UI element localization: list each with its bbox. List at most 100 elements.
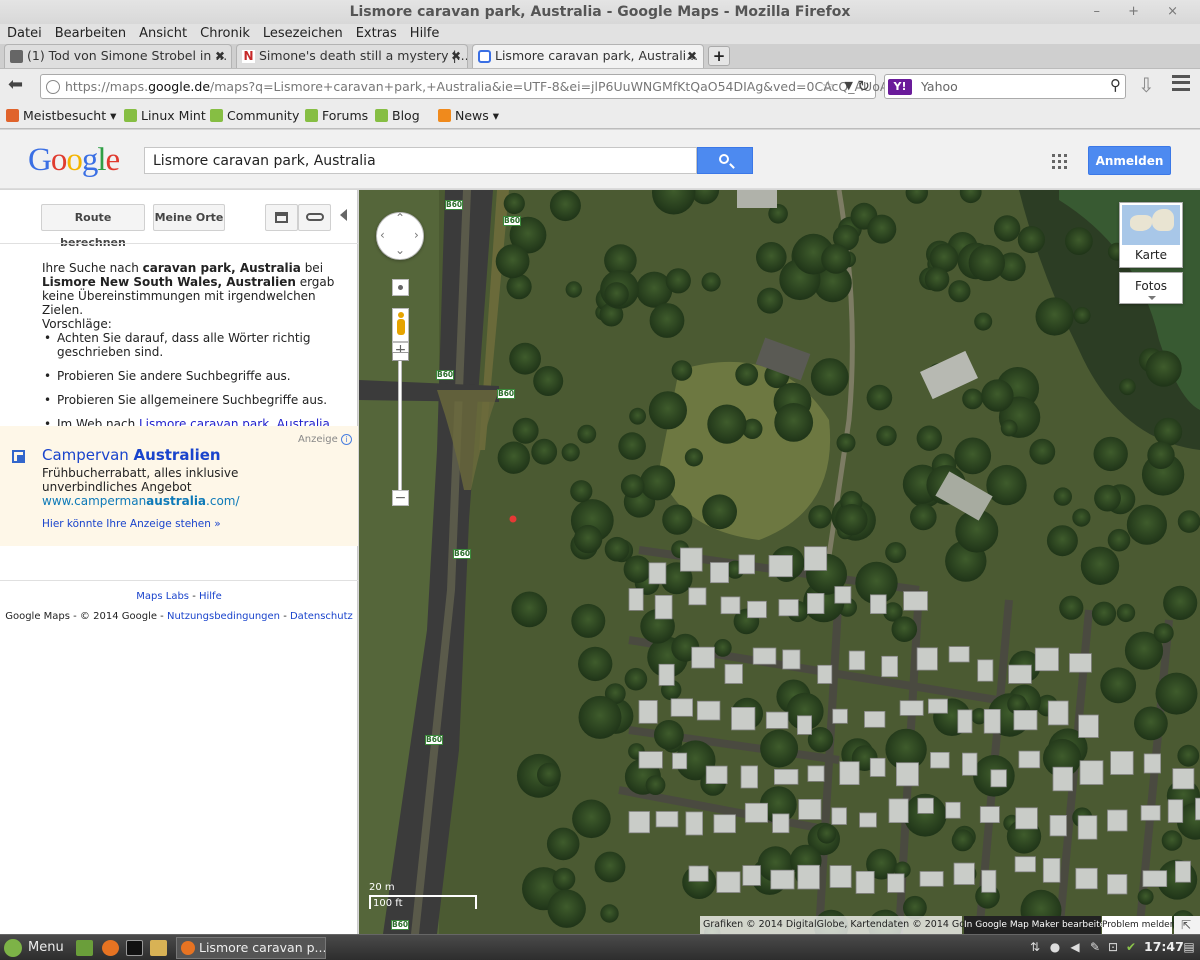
ad-link-icon[interactable] xyxy=(12,450,25,463)
pan-up-icon[interactable]: ⌃ xyxy=(395,211,405,225)
photos-button[interactable]: Fotos xyxy=(1119,272,1183,304)
menu-datei[interactable]: Datei xyxy=(0,24,48,41)
ad-label[interactable]: Anzeige i xyxy=(298,434,352,445)
tree-canopy xyxy=(623,555,652,584)
zoom-slider[interactable] xyxy=(398,358,402,493)
bookmark-star-icon[interactable]: ☆ xyxy=(822,77,835,95)
link-button[interactable] xyxy=(298,204,331,231)
search-bar[interactable]: Y! Yahoo ⚲ xyxy=(884,74,1126,99)
bookmark-linux-mint[interactable]: Linux Mint xyxy=(124,108,206,123)
tab-google-maps[interactable]: Lismore caravan park, Australi... ✖ xyxy=(472,44,704,68)
route-button[interactable]: Route berechnen xyxy=(41,204,145,249)
bookmark-meistbesucht[interactable]: Meistbesucht ▾ xyxy=(6,108,116,123)
zoom-out-button[interactable]: − xyxy=(392,490,409,506)
sign-in-button[interactable]: Anmelden xyxy=(1088,146,1171,175)
rss-icon xyxy=(438,109,451,122)
edit-icon[interactable]: ✎ xyxy=(1088,940,1102,954)
url-text[interactable]: https://maps.google.de/maps?q=Lismore+ca… xyxy=(65,79,898,94)
menu-ansicht[interactable]: Ansicht xyxy=(132,24,193,41)
satellite-map[interactable]: B60 B60 B60 B60 B60 B60 B60 ⌃ ⌄ ‹ › + − … xyxy=(359,190,1200,934)
tree-canopy xyxy=(578,646,613,682)
bookmark-community[interactable]: Community xyxy=(210,108,299,123)
menu-chronik[interactable]: Chronik xyxy=(193,24,256,41)
folder-icon[interactable] xyxy=(150,940,167,956)
google-logo[interactable]: Google xyxy=(28,142,120,179)
street-view-pegman-icon[interactable] xyxy=(392,308,409,342)
caravan-roof xyxy=(869,594,887,614)
search-input[interactable]: Yahoo xyxy=(921,79,958,94)
close-icon[interactable]: ✖ xyxy=(451,45,461,67)
pan-control[interactable]: ⌃ ⌄ ‹ › xyxy=(376,211,424,260)
notifications-icon[interactable]: ▤ xyxy=(1182,940,1196,954)
reload-icon[interactable]: ↻ xyxy=(857,77,870,95)
url-bar[interactable]: https://maps.google.de/maps?q=Lismore+ca… xyxy=(40,74,898,99)
caravan-roof xyxy=(1042,858,1061,883)
back-arrow-icon[interactable]: ⬅ xyxy=(8,76,30,96)
bookmark-forums[interactable]: Forums xyxy=(305,108,368,123)
search-icon[interactable]: ⚲ xyxy=(1110,76,1121,94)
show-desktop-icon[interactable] xyxy=(76,940,93,956)
apps-grid-icon[interactable] xyxy=(1052,154,1067,169)
tab-simone-death[interactable]: N Simone's death still a mystery |... ✖ xyxy=(236,44,468,68)
zoom-slider-thumb[interactable] xyxy=(392,352,409,361)
caravan-roof xyxy=(778,599,799,617)
taskbar: Menu Lismore caravan p... ⇅ ● ◀ ✎ ⊡ ✔ 17… xyxy=(0,934,1200,960)
caravan-roof xyxy=(983,709,1001,734)
pan-left-icon[interactable]: ‹ xyxy=(380,228,385,242)
report-problem-link[interactable]: Problem melden xyxy=(1102,916,1175,934)
ad-url[interactable]: www.campermanaustralia.com/ xyxy=(42,494,240,508)
window-controls[interactable]: – + × xyxy=(1093,0,1190,24)
suggestion-item: Probieren Sie andere Suchbegriffe aus. xyxy=(42,369,358,383)
menu-hilfe[interactable]: Hilfe xyxy=(403,24,446,41)
map-type-button[interactable]: Karte xyxy=(1119,202,1183,268)
hamburger-menu-icon[interactable] xyxy=(1172,75,1190,91)
ad-title[interactable]: Campervan Australien xyxy=(42,446,221,464)
info-icon[interactable]: i xyxy=(341,434,352,445)
terms-link[interactable]: Nutzungsbedingungen xyxy=(167,611,280,622)
maps-search-input[interactable] xyxy=(145,148,696,173)
caravan-roof xyxy=(899,700,924,716)
location-icon[interactable] xyxy=(392,279,409,296)
close-icon[interactable]: ✖ xyxy=(215,45,225,67)
download-icon[interactable]: ⇩ xyxy=(1138,73,1155,97)
map-maker-link[interactable]: In Google Map Maker bearbeiten xyxy=(964,916,1111,934)
menu-lesezeichen[interactable]: Lesezeichen xyxy=(256,24,349,41)
caravan-roof xyxy=(679,547,703,572)
scale-metric: 20 m xyxy=(369,882,395,893)
caravan-roof xyxy=(731,707,756,731)
close-icon[interactable]: ✖ xyxy=(687,45,697,67)
ad-advertise-link[interactable]: Hier könnte Ihre Anzeige stehen » xyxy=(42,518,221,530)
maps-labs-link[interactable]: Maps Labs xyxy=(136,591,189,602)
my-places-button[interactable]: Meine Orte xyxy=(153,204,225,231)
tree-canopy xyxy=(1163,585,1198,620)
dropdown-arrow-icon[interactable]: ▼ xyxy=(845,79,853,92)
display-icon[interactable]: ⊡ xyxy=(1106,940,1120,954)
tab-simone-strobel[interactable]: (1) Tod von Simone Strobel in ... ✖ xyxy=(4,44,232,68)
update-shield-icon[interactable]: ✔ xyxy=(1124,940,1138,954)
expand-icon[interactable] xyxy=(1174,916,1200,934)
maps-search-button[interactable] xyxy=(697,147,753,174)
taskbar-window-firefox[interactable]: Lismore caravan p... xyxy=(176,937,326,959)
pan-right-icon[interactable]: › xyxy=(414,228,419,242)
collapse-panel-icon[interactable] xyxy=(340,209,347,221)
start-menu-button[interactable]: Menu xyxy=(4,939,64,957)
volume-icon[interactable]: ◀ xyxy=(1068,940,1082,954)
pan-down-icon[interactable]: ⌄ xyxy=(395,243,405,257)
terminal-icon[interactable] xyxy=(126,940,143,956)
bookmark-blog[interactable]: Blog xyxy=(375,108,420,123)
caravan-roof xyxy=(716,871,741,893)
new-tab-button[interactable]: + xyxy=(708,46,730,66)
yahoo-icon[interactable]: Y! xyxy=(888,79,912,95)
google-maps-icon xyxy=(478,50,491,63)
privacy-link[interactable]: Datenschutz xyxy=(290,611,353,622)
bookmark-news[interactable]: News ▾ xyxy=(438,108,499,123)
network-icon[interactable]: ⇅ xyxy=(1028,940,1042,954)
firefox-icon[interactable] xyxy=(102,940,119,956)
user-icon[interactable]: ● xyxy=(1048,940,1062,954)
maps-search-box[interactable] xyxy=(144,147,697,174)
menu-extras[interactable]: Extras xyxy=(349,24,403,41)
print-button[interactable] xyxy=(265,204,298,231)
help-link[interactable]: Hilfe xyxy=(199,591,222,602)
menu-bearbeiten[interactable]: Bearbeiten xyxy=(48,24,132,41)
suggestion-item: Achten Sie darauf, dass alle Wörter rich… xyxy=(42,331,358,359)
